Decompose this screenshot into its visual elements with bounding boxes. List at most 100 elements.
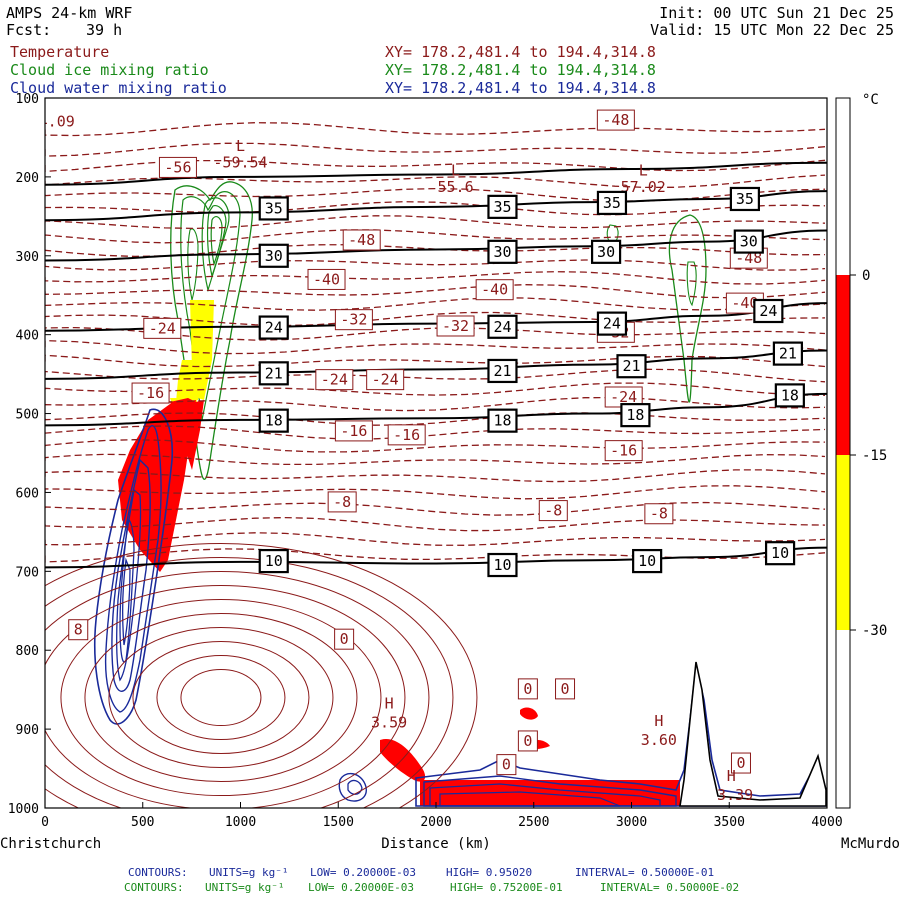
isentrope-label-35: 35 (258, 196, 289, 221)
temperature-label: -32 (334, 309, 373, 331)
temperature-label: -40 (307, 268, 346, 290)
footer-contours-label-ice: CONTOURS: (124, 881, 184, 894)
x-tick-label: 3000 (616, 815, 647, 830)
isentrope-label-35: 35 (729, 186, 760, 212)
isentrope-label-30: 30 (733, 229, 764, 254)
x-tick-label: 4000 (811, 815, 842, 830)
svg-text:10: 10 (638, 552, 656, 570)
svg-text:-48: -48 (602, 111, 629, 129)
svg-text:-48: -48 (348, 231, 375, 249)
footer-low-water: LOW= 0.20000E-03 (310, 866, 416, 879)
isentrope-label-30: 30 (258, 243, 289, 268)
svg-text:-16: -16 (610, 442, 637, 460)
svg-text:30: 30 (493, 243, 511, 261)
isentrope-label-24: 24 (596, 311, 628, 336)
svg-text:18: 18 (265, 412, 283, 430)
temperature-label: -24 (143, 317, 182, 339)
isentrope-label-24: 24 (487, 314, 518, 339)
svg-text:-16: -16 (137, 384, 164, 402)
x-tick-label: 2000 (420, 815, 451, 830)
isentrope-label-35: 35 (596, 190, 628, 216)
svg-text:24: 24 (493, 318, 511, 336)
isentrope-label-21: 21 (772, 341, 804, 366)
x-tick-label: 3500 (714, 815, 745, 830)
svg-text:-24: -24 (372, 371, 399, 389)
temperature-label: -24 (366, 369, 405, 391)
x-tick-label: 2500 (518, 815, 549, 830)
svg-text:-40: -40 (313, 270, 340, 288)
temperature-label: -40 (475, 279, 514, 301)
footer-low-ice: LOW= 0.20000E-03 (308, 881, 414, 894)
isentrope-label-24: 24 (753, 298, 784, 324)
isentrope-label-21: 21 (487, 358, 518, 384)
extremum-label: L (639, 161, 648, 179)
extremum-label: H (727, 767, 736, 785)
svg-text:0: 0 (523, 732, 532, 750)
svg-text:0: 0 (523, 680, 532, 698)
temperature-label: -8 (538, 500, 568, 522)
svg-text:-24: -24 (149, 319, 176, 337)
extremum-label: -59.54 (213, 153, 267, 171)
svg-text:10: 10 (771, 544, 789, 562)
extremum-label: 3.60 (641, 731, 677, 749)
svg-text:30: 30 (265, 247, 283, 265)
colorbar-segment (836, 630, 850, 808)
svg-text:-8: -8 (650, 505, 668, 523)
svg-text:18: 18 (493, 412, 511, 430)
extremum-label: 3.39 (717, 786, 753, 804)
extremum-label: H (385, 695, 394, 713)
x-tick-label: 1500 (323, 815, 354, 830)
isentrope-label-10: 10 (258, 548, 289, 574)
x-tick-label: 0 (41, 815, 49, 830)
svg-text:18: 18 (781, 386, 799, 404)
colorbar-unit: °C (862, 92, 879, 108)
svg-text:0: 0 (561, 680, 570, 698)
extremum-label: H (654, 712, 663, 730)
svg-text:-24: -24 (321, 371, 348, 389)
svg-text:18: 18 (626, 406, 644, 424)
temperature-label: -32 (436, 315, 475, 337)
footer-high-ice: HIGH= 0.75200E-01 (450, 881, 563, 894)
temperature-label: -8 (644, 503, 674, 525)
isentrope-label-18: 18 (774, 383, 805, 408)
y-tick-label: 300 (16, 250, 39, 265)
svg-text:10: 10 (493, 556, 511, 574)
svg-text:-16: -16 (393, 426, 420, 444)
extremum-label: L (451, 161, 460, 179)
svg-text:0: 0 (340, 630, 349, 648)
y-tick-label: 200 (16, 171, 39, 186)
footer-interval-ice: INTERVAL= 0.50000E-02 (600, 881, 739, 894)
temperature-label: 0 (555, 678, 576, 700)
colorbar-segment (836, 98, 850, 275)
cross-section-chart: -48-56-48-40-40-48-40-32-32-32-24-24-24-… (0, 92, 900, 894)
svg-text:30: 30 (597, 243, 615, 261)
svg-text:8: 8 (74, 621, 83, 639)
temperature-label: -16 (131, 382, 170, 404)
temperature-label: -48 (342, 229, 381, 251)
colorbar-segment (836, 275, 850, 455)
left-endpoint-label: Christchurch (0, 836, 101, 852)
isentrope-label-30: 30 (487, 239, 518, 264)
footer-contours-label-water: CONTOURS: (128, 866, 188, 879)
footer-units-ice: UNITS=g kg⁻¹ (205, 881, 284, 894)
y-tick-label: 800 (16, 644, 39, 659)
colorbar-segment (836, 455, 850, 630)
extremum-label: 55.6 (437, 178, 473, 196)
svg-text:-16: -16 (340, 422, 367, 440)
isentrope-label-24: 24 (258, 315, 289, 340)
y-tick-label: 600 (16, 486, 39, 501)
y-tick-label: 500 (16, 408, 39, 423)
right-endpoint-label: McMurdo (841, 836, 900, 852)
isentrope-label-10: 10 (764, 541, 796, 566)
x-axis-label: Distance (km) (381, 836, 491, 852)
svg-text:10: 10 (265, 552, 283, 570)
x-tick-label: 500 (131, 815, 154, 830)
extremum-label: 3.59 (371, 714, 407, 732)
svg-text:-8: -8 (333, 493, 351, 511)
isentrope-label-35: 35 (487, 194, 518, 219)
svg-text:24: 24 (759, 302, 777, 320)
svg-text:0: 0 (502, 756, 511, 774)
svg-text:35: 35 (603, 194, 621, 212)
footer-units-water: UNITS=g kg⁻¹ (209, 866, 288, 879)
colorbar-tick-label: -30 (862, 623, 887, 639)
